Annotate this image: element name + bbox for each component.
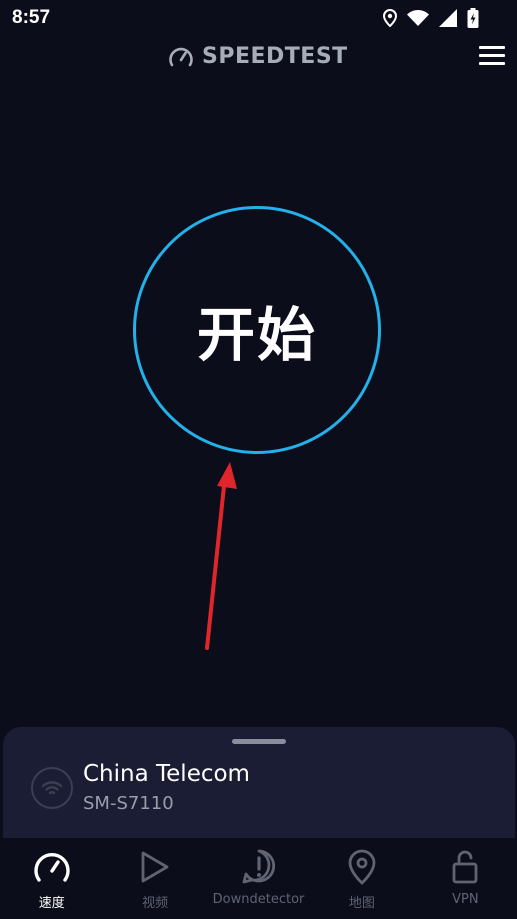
nav-item-downdetector[interactable]: Downdetector xyxy=(207,838,310,919)
nav-label-map: 地图 xyxy=(348,896,375,911)
bottom-nav: 速度 视频 Downdetector 地图 VPN xyxy=(0,838,517,919)
provider-name: China Telecom xyxy=(83,761,250,787)
nav-label-speed: 速度 xyxy=(38,896,65,911)
alert-icon xyxy=(242,849,275,884)
map-pin-icon xyxy=(348,849,376,885)
nav-label-downdetector: Downdetector xyxy=(212,892,305,907)
nav-item-vpn[interactable]: VPN xyxy=(414,838,517,919)
play-icon xyxy=(141,851,169,883)
nav-label-vpn: VPN xyxy=(452,892,479,907)
wifi-status xyxy=(31,767,73,809)
nav-item-map[interactable]: 地图 xyxy=(310,838,413,919)
nav-label-video: 视频 xyxy=(142,896,169,911)
provider-panel[interactable]: China Telecom SM-S7110 xyxy=(3,727,515,847)
unlock-icon xyxy=(452,850,478,884)
wifi-icon xyxy=(41,781,63,795)
drag-handle[interactable] xyxy=(232,739,286,744)
device-name: SM-S7110 xyxy=(83,793,174,814)
speedometer-icon xyxy=(34,852,70,882)
nav-item-video[interactable]: 视频 xyxy=(103,838,206,919)
nav-item-speed[interactable]: 速度 xyxy=(0,838,103,919)
